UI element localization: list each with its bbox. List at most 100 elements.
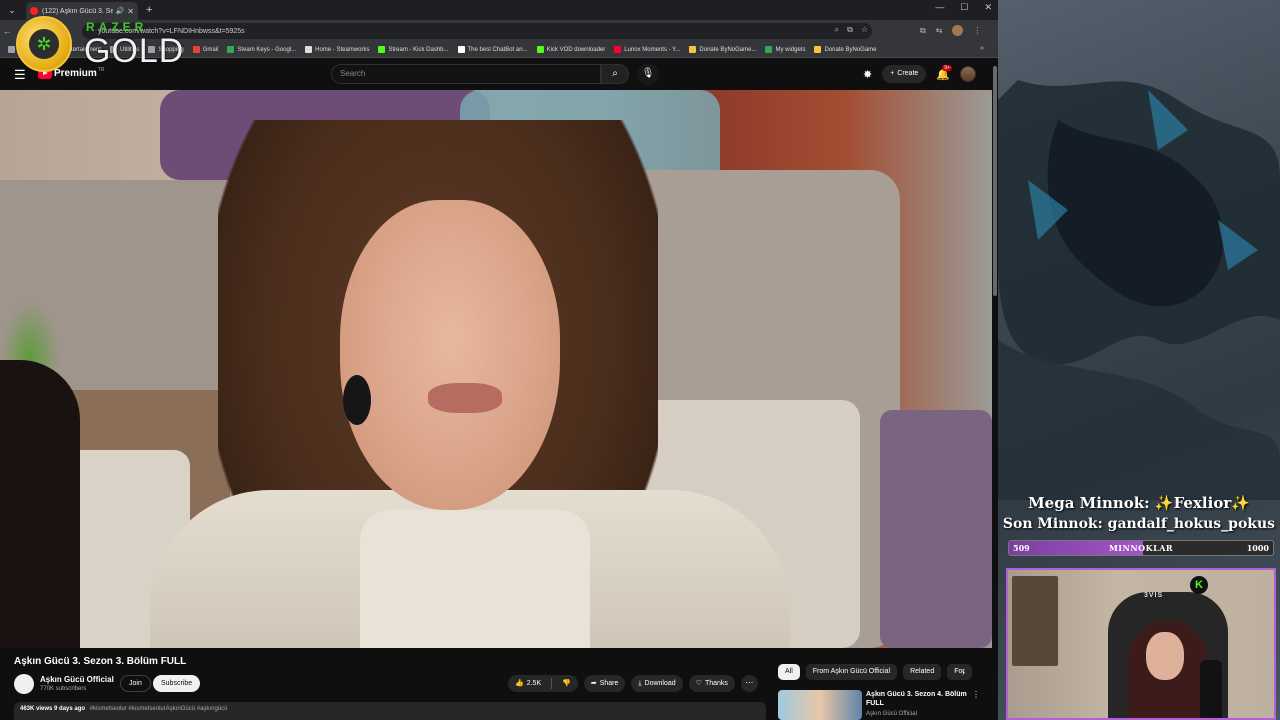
share-label: Share xyxy=(599,680,619,687)
thanks-button[interactable]: ♡ Thanks xyxy=(688,675,735,692)
chevron-right-icon[interactable]: › xyxy=(962,667,965,677)
video-scene-face xyxy=(340,200,560,510)
bookmark-item[interactable]: Donate ByNoGame xyxy=(814,46,877,53)
account-avatar[interactable] xyxy=(960,66,976,82)
bookmark-label: My widgets xyxy=(775,46,806,53)
bookmark-item[interactable]: Gmail xyxy=(192,46,218,53)
close-window-icon[interactable]: ✕ xyxy=(984,2,992,13)
cast-tab-icon[interactable]: ⇆ xyxy=(936,26,943,35)
hashtags[interactable]: #kismetseolur #kısmetseolurAşkınGücü #aş… xyxy=(90,706,228,712)
thanks-label: Thanks xyxy=(704,680,728,687)
minimize-icon[interactable]: — xyxy=(935,2,944,13)
subscribe-button[interactable]: Subscribe xyxy=(153,675,201,692)
bell-icon[interactable]: 🔔 9+ xyxy=(936,64,952,81)
bookmark-label: The best ChatBot an... xyxy=(467,46,528,53)
goal-current: 509 xyxy=(1013,543,1030,553)
recommended-video[interactable]: Aşkın Gücü 3. Sezon 4. Bölüm FULL Aşkın … xyxy=(778,690,988,720)
bookmark-label: Steam Keys - Googl... xyxy=(237,46,297,53)
bookmark-favicon-icon xyxy=(192,46,200,53)
bookmark-item[interactable]: The best ChatBot an... xyxy=(457,46,528,53)
video-scene-cushion-right xyxy=(880,410,992,648)
mic-icon[interactable]: 🎙 xyxy=(637,63,659,85)
thanks-icon: ♡ xyxy=(695,680,702,687)
share-icon: ➦ xyxy=(590,680,597,687)
filter-chip[interactable]: All xyxy=(778,664,800,680)
video-scene-person-left xyxy=(0,360,80,648)
tab-close-icon[interactable]: ✕ xyxy=(127,7,134,16)
bookmark-favicon-icon xyxy=(814,46,822,53)
new-tab-button[interactable]: + xyxy=(146,4,152,16)
like-divider xyxy=(551,678,553,689)
search-icon[interactable]: ⌕ xyxy=(601,64,629,84)
description-box[interactable]: 463K views 9 days ago #kismetseolur #kıs… xyxy=(14,702,766,720)
bookmark-favicon-icon xyxy=(305,46,313,53)
bookmark-favicon-icon xyxy=(536,46,544,53)
recommendation-chips: All From Aşkın Gücü Official Related For xyxy=(778,664,972,680)
address-bar[interactable]: youtube.com/watch?v=LFNDIHnbwss&t=5925s … xyxy=(82,23,872,39)
youtube-favicon-icon xyxy=(30,7,38,15)
microphone xyxy=(1200,660,1222,718)
speaker-icon[interactable]: 🔊 xyxy=(116,7,125,15)
folder-icon xyxy=(8,46,15,53)
upload-age: 9 days ago xyxy=(54,706,86,712)
like-count: 2.5K xyxy=(526,680,542,687)
notification-badge: 9+ xyxy=(942,64,952,71)
razer-gold-logo: ✲ xyxy=(16,16,72,72)
scroll-thumb[interactable] xyxy=(993,66,997,296)
bookmark-favicon-icon xyxy=(457,46,465,53)
maximize-icon[interactable]: ☐ xyxy=(960,2,968,13)
install-icon[interactable]: ⧉ xyxy=(847,25,853,35)
bookmark-item[interactable]: My widgets xyxy=(765,46,805,53)
zoom-icon[interactable]: ⌕ xyxy=(835,25,839,35)
cast-icon[interactable]: ✸ xyxy=(863,68,872,81)
bookmarks-overflow-icon[interactable]: » xyxy=(980,45,984,52)
browser-menu-icon[interactable]: ⋮ xyxy=(973,26,981,35)
hamburger-menu-icon[interactable]: ☰ xyxy=(14,67,26,83)
bookmark-label: Donate ByNoGame xyxy=(824,46,877,53)
bookmark-favicon-icon xyxy=(765,46,773,53)
window-controls: — ☐ ✕ xyxy=(935,2,992,13)
video-player[interactable] xyxy=(0,90,992,648)
kick-logo-icon: K xyxy=(1190,576,1208,594)
more-actions-icon[interactable]: ⋯ xyxy=(740,675,758,692)
recommended-channel[interactable]: Aşkın Gücü Official xyxy=(866,711,917,717)
search-input[interactable]: Search xyxy=(331,64,601,84)
bookmark-item[interactable]: Kick VOD downloader xyxy=(536,46,605,53)
subscriber-count: 770K subscribers xyxy=(40,686,87,692)
dislike-button[interactable]: 👎 xyxy=(555,675,578,692)
webcam-feed: 3VIS K xyxy=(1006,568,1276,720)
channel-name[interactable]: Aşkın Gücü Official xyxy=(40,675,114,684)
recommended-title[interactable]: Aşkın Gücü 3. Sezon 4. Bölüm FULL xyxy=(866,690,976,708)
channel-avatar[interactable] xyxy=(14,674,34,694)
bookmark-favicon-icon xyxy=(227,46,235,53)
like-button[interactable]: 👍 2.5K xyxy=(508,675,548,692)
filter-chip[interactable]: For xyxy=(947,664,972,680)
filter-chip[interactable]: Related xyxy=(903,664,942,680)
profile-avatar[interactable] xyxy=(952,25,964,36)
streamer-face xyxy=(1146,632,1184,680)
browser-window: ⌄ (122) Aşkın Gücü 3. Sezon 3 🔊 ✕ + — ☐ … xyxy=(0,0,998,720)
filter-chip[interactable]: From Aşkın Gücü Official xyxy=(805,664,898,680)
bookmark-favicon-icon xyxy=(614,46,622,53)
bookmark-item[interactable]: Home - Steamworks xyxy=(305,46,369,53)
chair-brand: 3VIS xyxy=(1144,592,1164,599)
tab-search-button[interactable]: ⌄ xyxy=(4,2,20,18)
back-icon[interactable]: ← xyxy=(0,26,14,36)
bookmark-item[interactable]: Lunox Moments - Y... xyxy=(614,46,680,53)
extension-icons: ⧉ ⇆ ⋮ xyxy=(920,25,981,36)
bookmark-item[interactable]: Steam Keys - Googl... xyxy=(227,46,296,53)
recommended-thumbnail[interactable] xyxy=(778,690,862,720)
more-vert-icon[interactable]: ⋮ xyxy=(972,690,980,699)
create-button[interactable]: + Create xyxy=(882,65,927,83)
view-count: 463K views xyxy=(20,706,53,712)
star-icon[interactable]: ☆ xyxy=(861,25,868,35)
bookmark-item[interactable]: Stream - Kick Dashb... xyxy=(378,46,449,53)
share-button[interactable]: ➦ Share xyxy=(583,675,626,692)
download-button[interactable]: ⤓ Download xyxy=(631,675,683,692)
extensions-icon[interactable]: ⧉ xyxy=(920,26,926,36)
stream-overlay: Mega Minnok: ✨Fexlior✨ Son Minnok: ganda… xyxy=(998,0,1280,720)
video-actions: 👍 2.5K 👎 ➦ Share ⤓ Download ♡ Thanks ⋯ xyxy=(508,675,758,692)
join-button[interactable]: Join xyxy=(120,675,151,692)
video-scene-earring xyxy=(343,375,371,425)
bookmark-item[interactable]: Donate ByNoGame... xyxy=(689,46,756,53)
